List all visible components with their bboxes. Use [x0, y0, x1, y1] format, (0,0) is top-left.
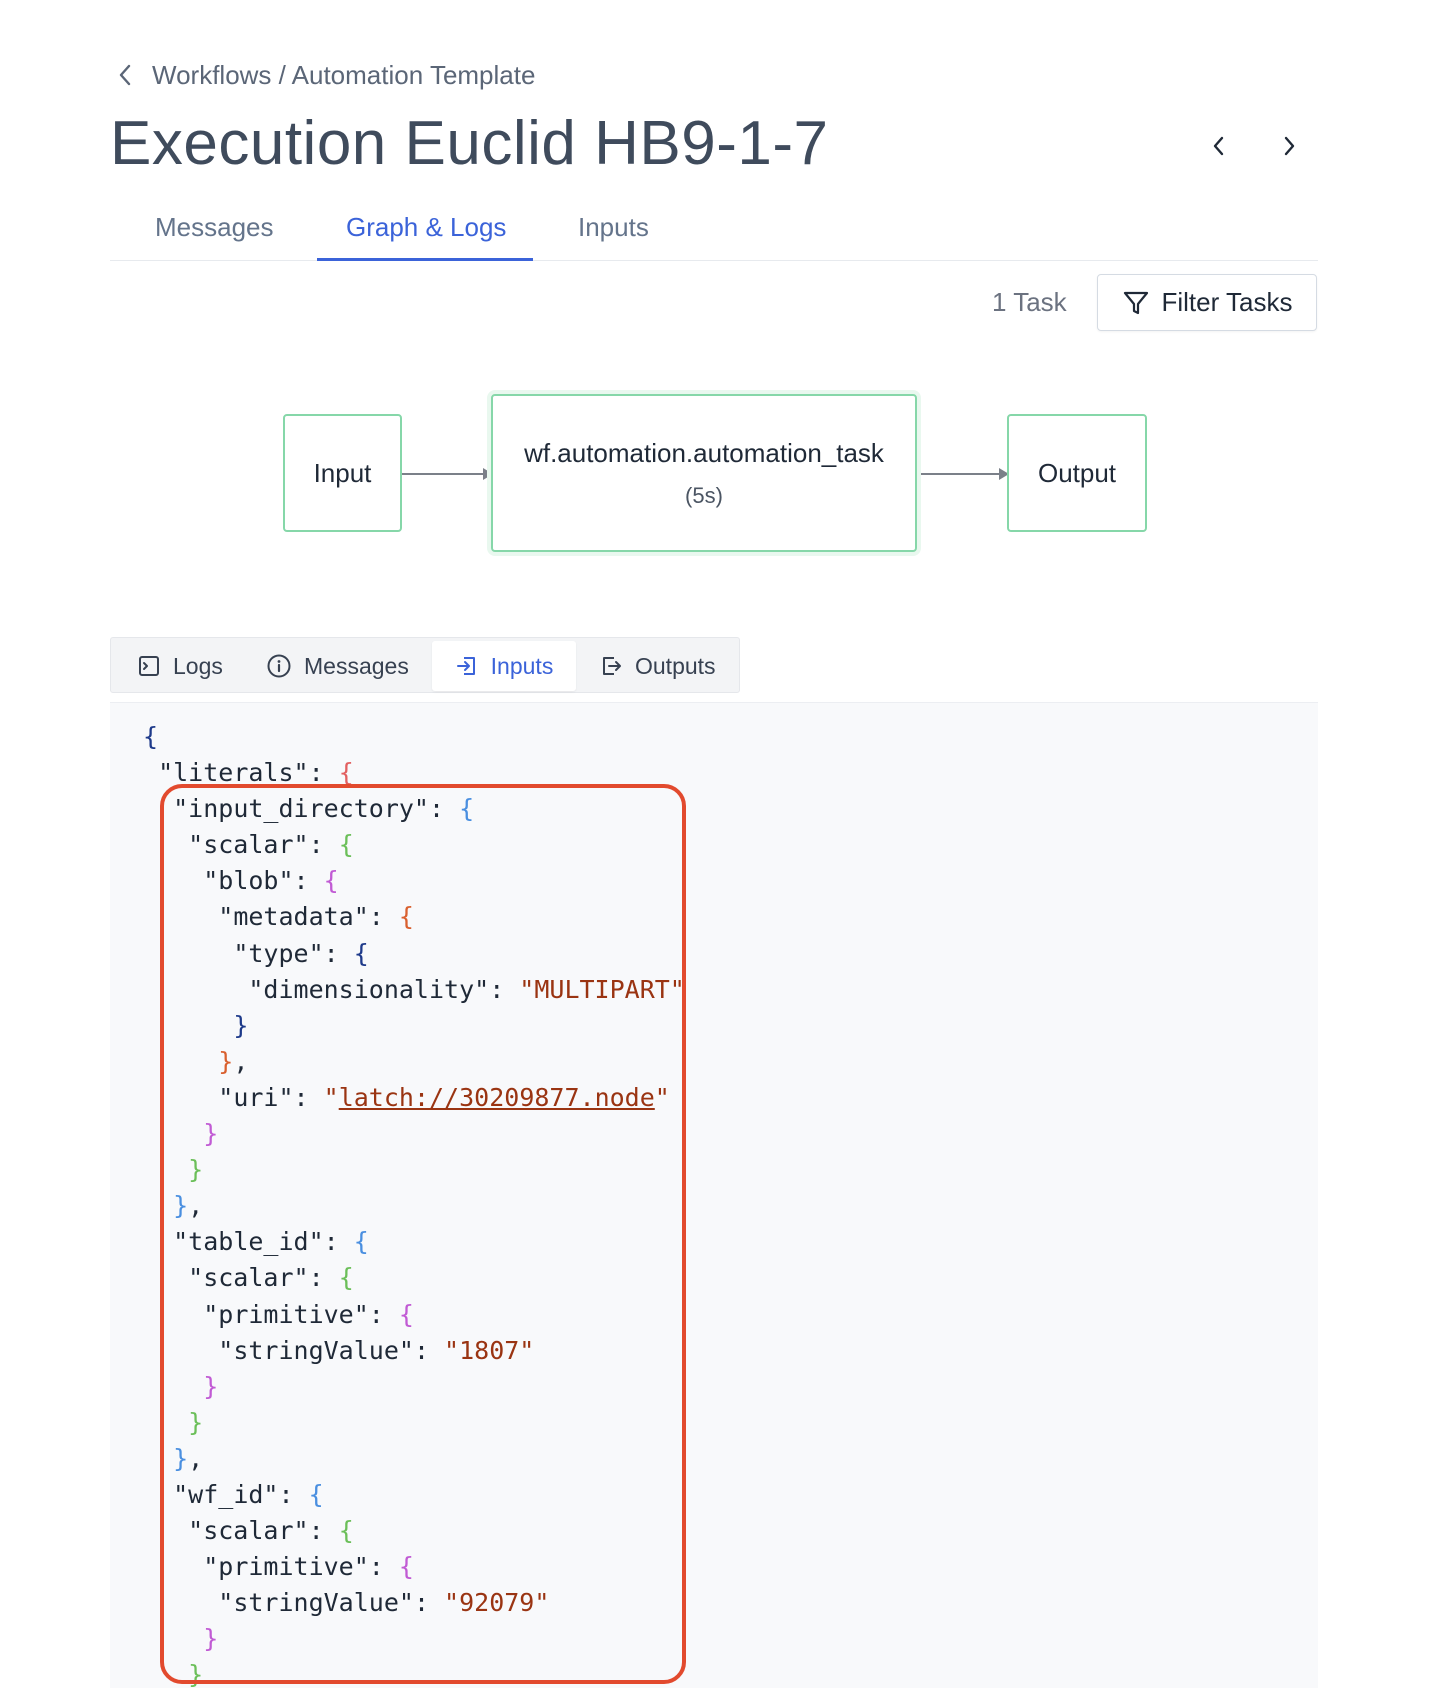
task-count: 1 Task — [992, 287, 1067, 317]
graph-node-input[interactable]: Input — [283, 414, 402, 532]
graph-node-task[interactable]: wf.automation.automation_task (5s) — [491, 394, 917, 552]
json-string-value: "92079" — [444, 1588, 550, 1618]
sign-in-icon — [455, 654, 479, 678]
graph-node-task-label: wf.automation.automation_task — [524, 437, 884, 468]
subtab-inputs-label: Inputs — [490, 652, 554, 679]
graph-node-task-duration: (5s) — [685, 482, 723, 508]
filter-icon — [1122, 289, 1150, 317]
json-key: "blob" — [203, 866, 294, 896]
active-tab-indicator — [317, 258, 533, 261]
chevron-left-icon[interactable] — [118, 63, 136, 89]
subtab-outputs[interactable]: Outputs — [589, 641, 726, 691]
execution-tabs: Messages Graph & Logs Inputs — [110, 200, 1318, 261]
json-key: "dimensionality" — [248, 974, 490, 1004]
json-key: "table_id" — [173, 1227, 324, 1257]
info-icon — [266, 653, 292, 679]
terminal-icon — [137, 654, 161, 678]
subtab-messages-label: Messages — [304, 652, 409, 679]
json-string-value: "MULTIPART" — [519, 974, 685, 1004]
subtab-inputs[interactable]: Inputs — [432, 641, 576, 691]
json-key: "scalar" — [188, 830, 309, 860]
breadcrumb: Workflows / Automation Template — [118, 60, 535, 91]
tab-inputs[interactable]: Inputs — [578, 212, 649, 243]
filter-tasks-label: Filter Tasks — [1161, 287, 1293, 317]
breadcrumb-link[interactable]: Workflows / Automation Template — [152, 60, 535, 91]
json-key: "wf_id" — [173, 1479, 279, 1509]
json-key: "type" — [233, 938, 324, 968]
subtab-outputs-label: Outputs — [635, 652, 716, 679]
graph-edge-input-task — [402, 468, 493, 480]
page-title: Execution Euclid HB9-1-7 — [110, 109, 829, 178]
filter-tasks-button[interactable]: Filter Tasks — [1097, 274, 1317, 331]
json-key: "primitive" — [203, 1552, 369, 1582]
tab-messages[interactable]: Messages — [155, 212, 274, 243]
subtab-logs-label: Logs — [173, 652, 223, 679]
json-key: "scalar" — [188, 1516, 309, 1546]
json-key: "scalar" — [188, 1263, 309, 1293]
sign-out-icon — [599, 654, 623, 678]
graph-node-output-label: Output — [1037, 457, 1117, 488]
json-key: "input_directory" — [173, 794, 429, 824]
graph-edge-task-output — [917, 468, 1009, 480]
json-key: "metadata" — [218, 902, 369, 932]
json-key: "stringValue" — [218, 1588, 414, 1618]
tab-graph-logs[interactable]: Graph & Logs — [346, 212, 506, 243]
subtab-logs[interactable]: Logs — [127, 641, 233, 691]
chevron-left-icon — [1211, 134, 1225, 158]
next-execution-button[interactable] — [1277, 132, 1303, 160]
graph-node-output[interactable]: Output — [1007, 414, 1147, 532]
task-detail-tabs: Logs Messages Inputs Outputs — [110, 637, 740, 693]
chevron-right-icon — [1283, 134, 1297, 158]
uri-link[interactable]: latch://30209877.node — [339, 1083, 655, 1112]
json-key: "literals" — [158, 758, 309, 788]
json-key: "primitive" — [203, 1299, 369, 1329]
json-key: "stringValue" — [218, 1335, 414, 1365]
graph-node-input-label: Input — [313, 457, 372, 488]
previous-execution-button[interactable] — [1205, 132, 1231, 160]
json-key: "uri" — [218, 1082, 294, 1112]
subtab-messages[interactable]: Messages — [256, 641, 419, 691]
json-string-value: "1807" — [444, 1335, 535, 1365]
json-code: { "literals": { "input_directory": { "sc… — [143, 722, 685, 1688]
inputs-json-viewer: { "literals": { "input_directory": { "sc… — [110, 702, 1318, 1688]
execution-nav — [1205, 132, 1303, 160]
